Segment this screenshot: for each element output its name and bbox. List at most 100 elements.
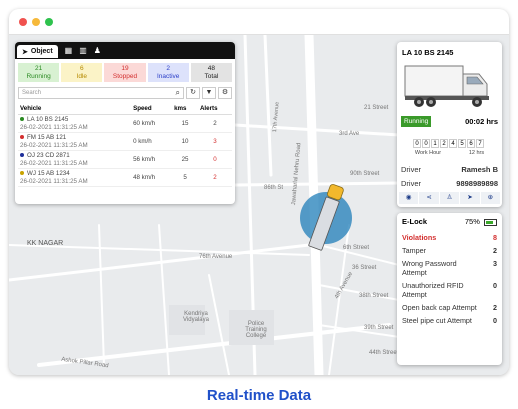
table-row[interactable]: FM 15 AB 121 26-02-2021 11:31:25 AM 0 km/h… xyxy=(18,132,232,151)
column-header[interactable]: Vehicle xyxy=(18,103,132,115)
search-row: Search ⌕ ↻ ▼ ⚙ xyxy=(18,87,232,99)
road-label: 39th Street xyxy=(364,325,394,331)
alerts-cell: 2 xyxy=(197,168,232,187)
table-row[interactable]: OJ 23 CD 2871 26-02-2021 11:31:25 AM 56 km… xyxy=(18,150,232,169)
column-header[interactable]: Alerts xyxy=(197,103,232,115)
speed-cell: 48 km/h xyxy=(131,168,173,187)
stat-stopped[interactable]: 19 Stopped xyxy=(104,63,146,82)
vehicle-list-panel: ➤ Object ▦ ▥ ♟ 21 Running 6 Idle 19 Stopped 2 I… xyxy=(15,42,235,204)
stat-idle[interactable]: 6 Idle xyxy=(61,63,103,82)
status-dot xyxy=(20,117,24,121)
elock-item-value: 0 xyxy=(493,316,497,325)
elock-panel: E-Lock 75% Violations 8 Tamper 2 Wrong Passw… xyxy=(397,213,502,365)
panel-tabs: ➤ Object ▦ ▥ ♟ xyxy=(15,42,235,59)
filter-icon[interactable]: ▼ xyxy=(202,87,216,99)
person-icon[interactable]: ♙ xyxy=(439,192,460,204)
road-label: 21 Street xyxy=(364,105,389,111)
vehicle-title: LA 10 BS 2145 xyxy=(402,48,454,57)
road-label: 38th Street xyxy=(359,293,389,299)
stat-inactive[interactable]: 2 Inactive xyxy=(147,63,189,82)
vehicle-detail-card: LA 10 BS 2145 Running 00:02 hrs 00124567… xyxy=(397,42,502,207)
road-label: 90th Street xyxy=(350,171,380,177)
place-label: Kendriya Vidyalaya xyxy=(183,311,209,323)
maximize-dot[interactable] xyxy=(45,18,53,26)
stat-label: Stopped xyxy=(112,73,138,80)
zoom-icon[interactable]: ⊕ xyxy=(480,192,501,204)
kms-cell: 15 xyxy=(172,114,198,133)
battery-status: 75% xyxy=(465,217,497,226)
phone-label: Driver xyxy=(401,179,421,188)
driver-name: Ramesh B xyxy=(461,165,498,174)
tab-object[interactable]: ➤ Object xyxy=(17,45,58,58)
road-label: 6th Street xyxy=(343,245,370,251)
elock-item-value: 2 xyxy=(493,246,497,255)
elock-item-label: Unauthorized RFID Attempt xyxy=(402,281,464,299)
elock-item: Violations 8 xyxy=(397,233,502,242)
alerts-cell: 3 xyxy=(197,132,232,151)
alerts-cell: 2 xyxy=(197,114,232,133)
odometer-digit: 6 xyxy=(467,139,475,148)
vehicle-time: 26-02-2021 11:31:25 AM xyxy=(20,123,88,131)
stat-value: 19 xyxy=(121,65,129,72)
table-row[interactable]: LA 10 BS 2145 26-02-2021 11:31:25 AM 60 km… xyxy=(18,114,232,133)
vehicle-time: 26-02-2021 11:31:25 AM xyxy=(20,159,88,167)
speed-cell: 56 km/h xyxy=(131,150,173,169)
elock-item: Unauthorized RFID Attempt 0 xyxy=(397,281,502,299)
odometer-digit: 1 xyxy=(431,139,439,148)
status-dot xyxy=(20,171,24,175)
speed-cell: 0 km/h xyxy=(131,132,173,151)
battery-icon xyxy=(484,218,497,226)
vehicle-cell: OJ 23 CD 2871 26-02-2021 11:31:25 AM xyxy=(18,150,132,169)
column-header[interactable]: kms xyxy=(172,103,198,115)
eye-icon[interactable]: ◉ xyxy=(399,192,419,204)
search-input[interactable]: Search ⌕ xyxy=(18,87,184,99)
running-duration: 00:02 hrs xyxy=(465,117,498,126)
vehicle-number: FM 15 AB 121 xyxy=(27,134,67,141)
elock-item: Open back cap Attempt 2 xyxy=(397,303,502,312)
elock-header: E-Lock 75% xyxy=(397,213,502,226)
battery-percent: 75% xyxy=(464,217,480,226)
status-dot xyxy=(20,153,24,157)
grid-icon[interactable]: ▥ xyxy=(79,46,87,55)
kms-cell: 25 xyxy=(172,150,198,169)
elock-item: Steel pipe cut Attempt 0 xyxy=(397,316,502,325)
truck-image xyxy=(404,65,489,107)
caption: Real-time Data xyxy=(206,387,312,404)
place-label: Police Training College xyxy=(245,321,267,339)
action-bar: ◉ ⋖ ♙ ➤ ⊕ xyxy=(399,192,501,204)
column-header[interactable]: Speed xyxy=(131,103,173,115)
minimize-dot[interactable] xyxy=(32,18,40,26)
vehicle-time: 26-02-2021 11:31:25 AM xyxy=(20,141,88,149)
settings-icon[interactable]: ⚙ xyxy=(218,87,232,99)
table-row[interactable]: WJ 15 AB 1234 26-02-2021 11:31:25 AM 48 km… xyxy=(18,168,232,187)
stat-value: 21 xyxy=(34,65,43,72)
share-icon[interactable]: ⋖ xyxy=(419,192,439,204)
stat-value: 6 xyxy=(79,65,84,72)
vehicle-number: WJ 15 AB 1234 xyxy=(27,170,70,177)
status-summary: 21 Running 6 Idle 19 Stopped 2 Inactive 48 Total xyxy=(18,63,233,82)
area-label: KK NAGAR xyxy=(27,240,64,247)
elock-item-value: 2 xyxy=(493,303,497,312)
odometer-digit: 4 xyxy=(449,139,457,148)
stat-value: 48 xyxy=(207,65,216,72)
elock-item-label: Wrong Password Attempt xyxy=(402,259,457,277)
tab-object-label: Object xyxy=(30,48,53,55)
driver-icon[interactable]: ♟ xyxy=(94,46,101,55)
vehicle-cell: LA 10 BS 2145 26-02-2021 11:31:25 AM xyxy=(18,114,132,133)
elock-item: Tamper 2 xyxy=(397,246,502,255)
navigate-icon[interactable]: ➤ xyxy=(460,192,480,204)
elock-title: E-Lock xyxy=(402,217,428,226)
stat-label: Running xyxy=(26,73,51,80)
list-icon[interactable]: ▦ xyxy=(65,46,73,55)
stat-running[interactable]: 21 Running xyxy=(18,63,60,82)
close-dot[interactable] xyxy=(19,18,27,26)
work-hour-value: 12 hrs xyxy=(468,150,485,156)
stat-total[interactable]: 48 Total xyxy=(190,63,233,82)
vehicle-cell: WJ 15 AB 1234 26-02-2021 11:31:25 AM xyxy=(18,168,132,187)
road-label: 76th Avenue xyxy=(199,254,233,260)
elock-item-label: Violations xyxy=(402,233,437,242)
vehicle-number: LA 10 BS 2145 xyxy=(27,116,69,123)
search-icon: ⌕ xyxy=(175,88,180,97)
status-row: Running 00:02 hrs xyxy=(401,115,498,128)
refresh-icon[interactable]: ↻ xyxy=(186,87,200,99)
